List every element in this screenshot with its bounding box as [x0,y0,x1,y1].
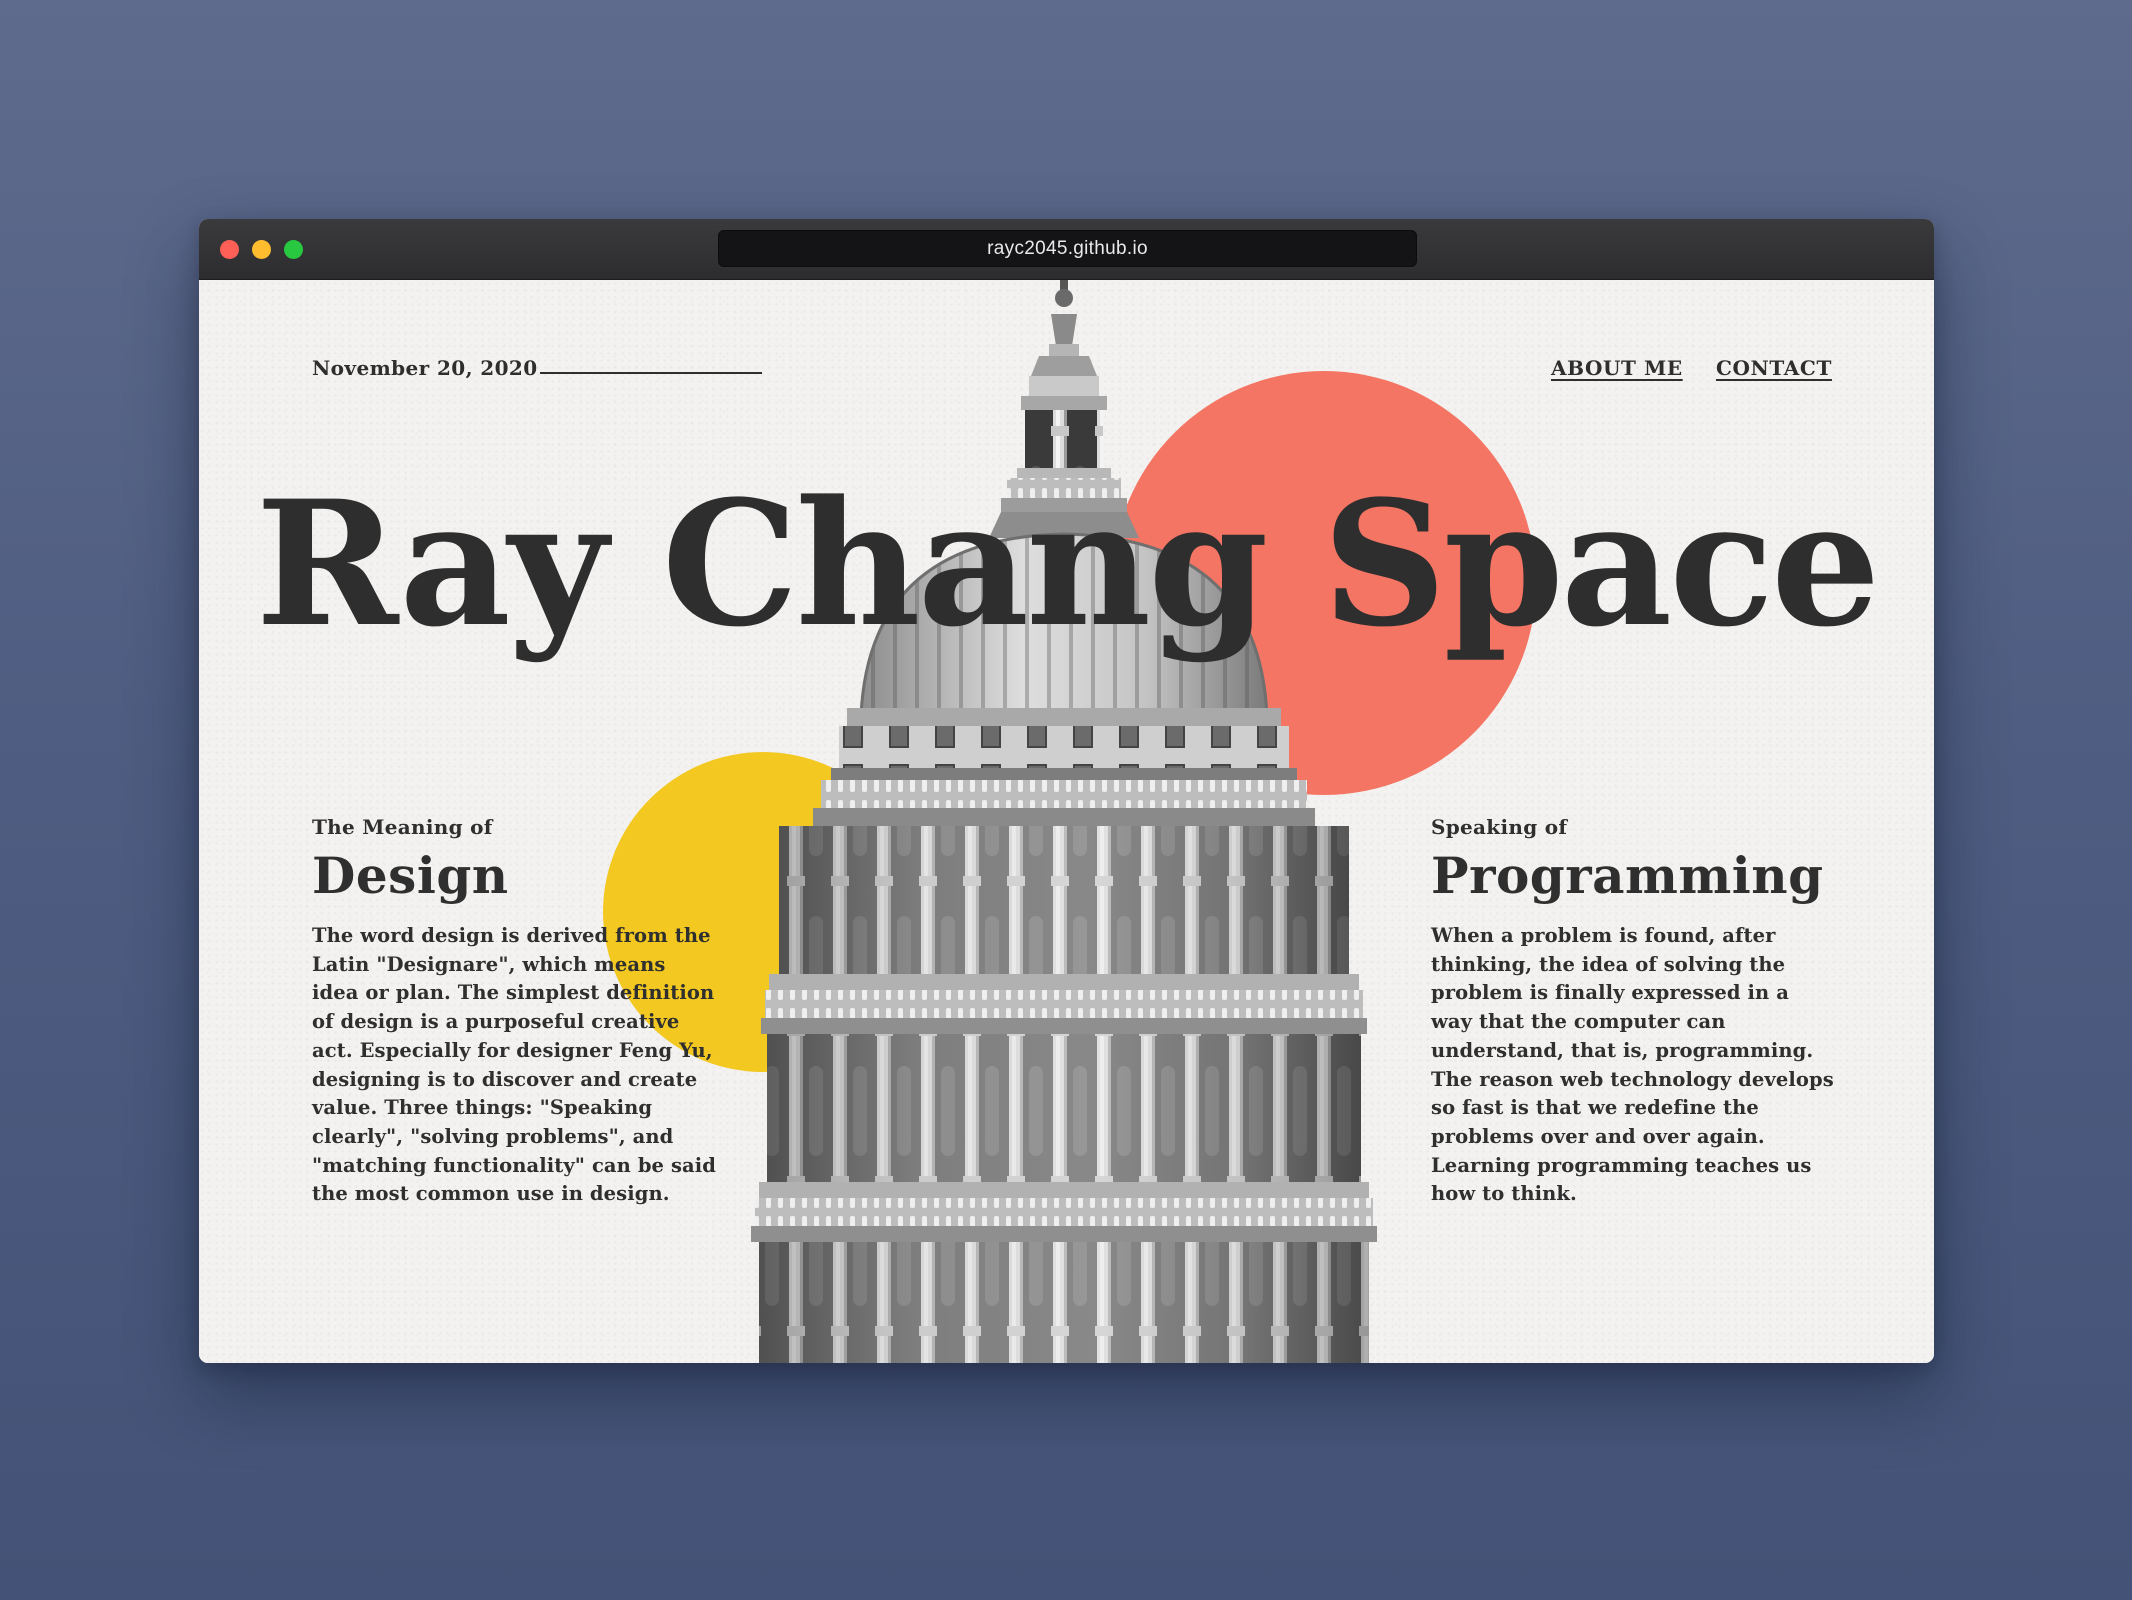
browser-titlebar: rayc2045.github.io [199,219,1934,280]
browser-window: rayc2045.github.io November 20, 2020 ABO… [199,219,1934,1363]
design-body-text: The word design is derived from the Lati… [312,924,717,1206]
minimize-window-button[interactable] [252,240,271,259]
design-section: The Meaning of Design The word design is… [312,817,717,1209]
programming-kicker: Speaking of [1431,815,1568,839]
nav-contact-link[interactable]: CONTACT [1716,358,1832,378]
design-heading: Design [312,846,509,905]
site-title: Ray Chang Space [255,462,1881,665]
zoom-window-button[interactable] [284,240,303,259]
address-bar[interactable]: rayc2045.github.io [718,230,1417,267]
page-content: November 20, 2020 ABOUT ME CONTACT Ray C… [199,280,1934,1363]
address-bar-url: rayc2045.github.io [987,237,1148,259]
programming-section: Speaking of Programming When a problem i… [1431,817,1836,1209]
post-date: November 20, 2020 [312,356,538,380]
programming-heading: Programming [1431,846,1824,905]
cathedral-dome-image [751,280,1377,1363]
date-divider-line [540,372,762,374]
design-kicker: The Meaning of [312,815,493,839]
close-window-button[interactable] [220,240,239,259]
nav-about-me-link[interactable]: ABOUT ME [1551,358,1683,378]
programming-body-text: When a problem is found, after thinking,… [1431,924,1834,1206]
